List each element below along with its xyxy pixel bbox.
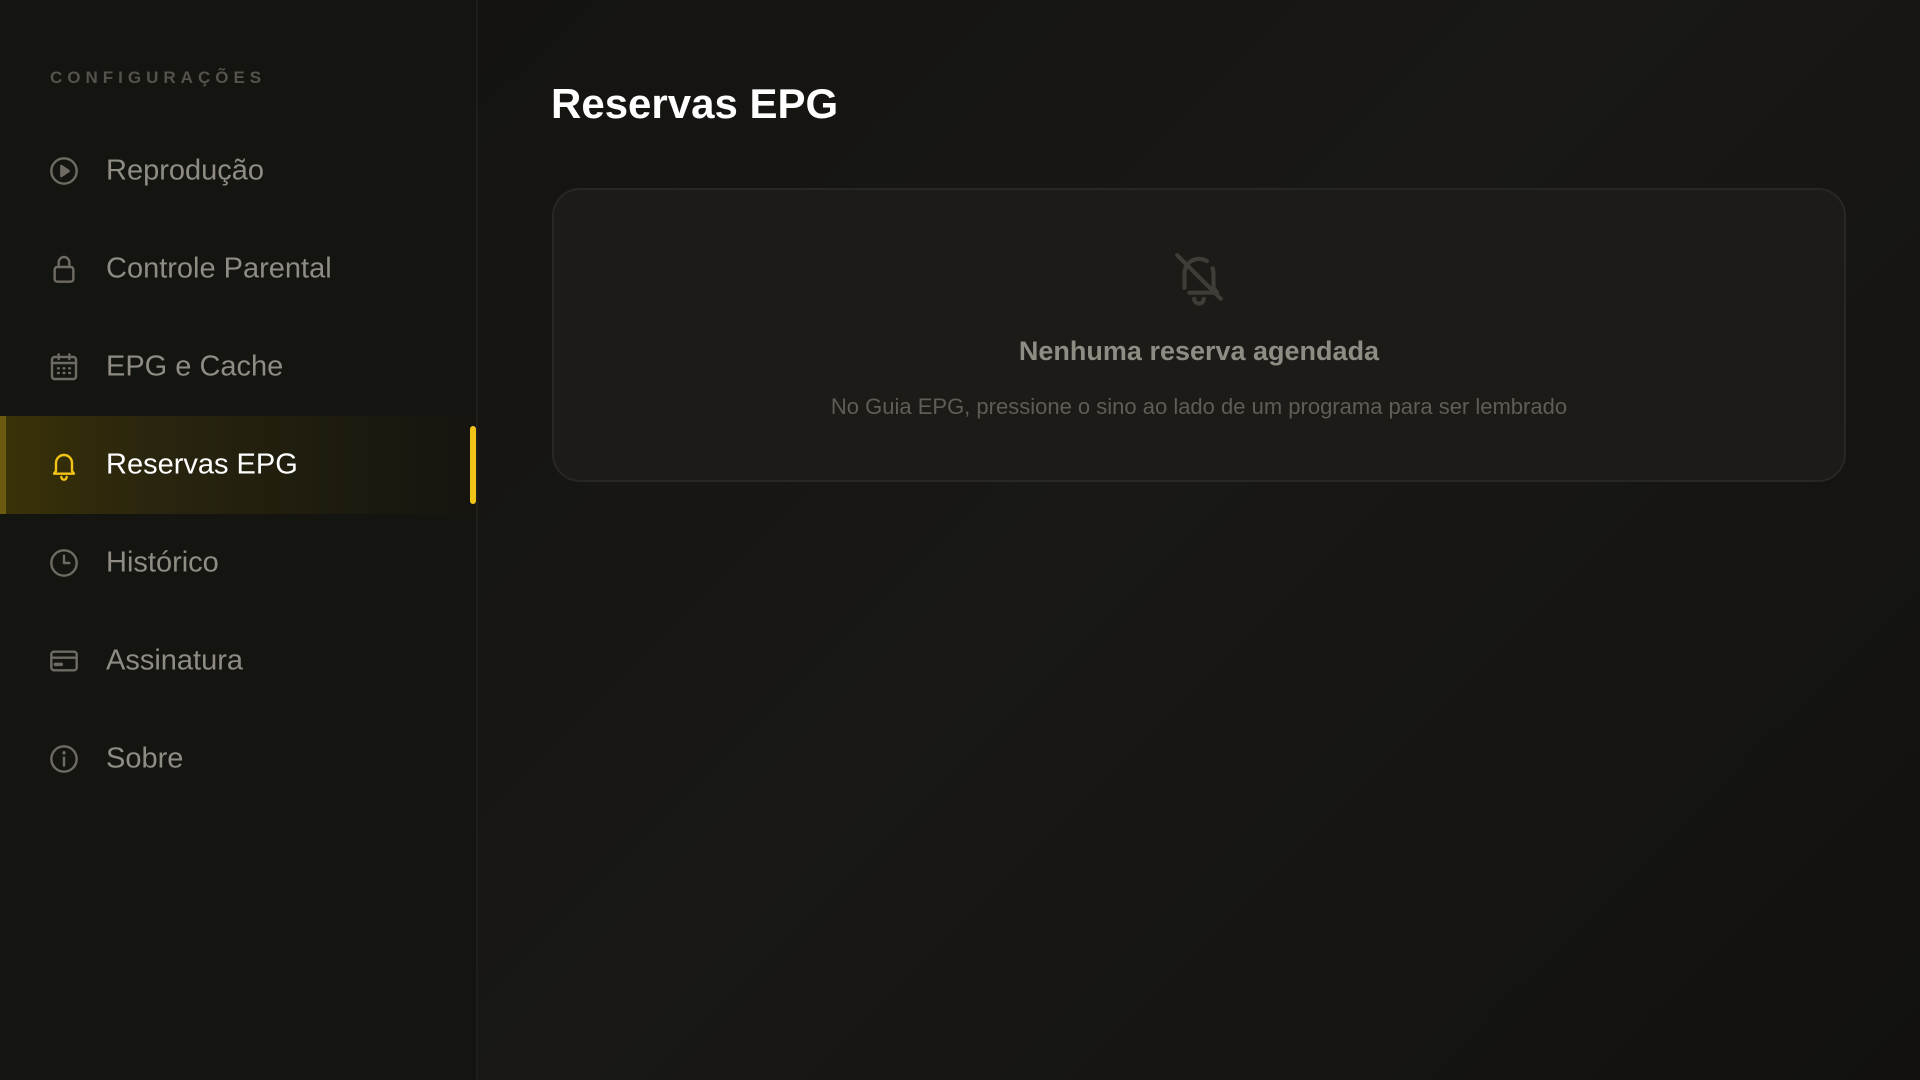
sidebar-item-epg-cache[interactable]: EPG e Cache (0, 318, 476, 416)
sidebar-item-label: Assinatura (106, 644, 244, 677)
settings-screen: CONFIGURAÇÕES Reprodução Controle Parent… (0, 0, 1920, 1080)
sidebar-item-reproducao[interactable]: Reprodução (0, 122, 476, 220)
bell-off-icon (1170, 248, 1228, 306)
clock-icon (48, 547, 80, 579)
sidebar-item-sobre[interactable]: Sobre (0, 710, 476, 808)
lock-icon (48, 253, 80, 285)
sidebar-item-label: EPG e Cache (106, 350, 284, 383)
sidebar-item-label: Reservas EPG (106, 448, 298, 481)
empty-state-description: No Guia EPG, pressione o sino ao lado de… (830, 394, 1568, 419)
calendar-icon (48, 351, 80, 383)
main-content: Reservas EPG Nenhuma reserva agendada No… (478, 0, 1920, 1080)
sidebar-nav: Reprodução Controle Parental EPG e Cache… (0, 122, 476, 808)
page-title: Reservas EPG (551, 80, 839, 127)
sidebar-item-historico[interactable]: Histórico (0, 514, 476, 612)
sidebar-item-label: Histórico (106, 546, 219, 579)
sidebar-item-label: Reprodução (106, 154, 264, 187)
sidebar-item-reservas-epg[interactable]: Reservas EPG (0, 416, 476, 514)
credit-card-icon (48, 645, 80, 677)
empty-state-card: Nenhuma reserva agendada No Guia EPG, pr… (552, 188, 1846, 482)
sidebar-item-assinatura[interactable]: Assinatura (0, 612, 476, 710)
sidebar-item-label: Sobre (106, 742, 184, 775)
sidebar-heading: CONFIGURAÇÕES (50, 68, 267, 87)
empty-state-title: Nenhuma reserva agendada (1018, 336, 1380, 366)
bell-icon (48, 449, 80, 481)
active-indicator (470, 426, 476, 504)
play-circle-icon (48, 155, 80, 187)
sidebar-item-controle-parental[interactable]: Controle Parental (0, 220, 476, 318)
settings-sidebar: CONFIGURAÇÕES Reprodução Controle Parent… (0, 0, 478, 1080)
sidebar-item-label: Controle Parental (106, 252, 332, 285)
info-icon (48, 743, 80, 775)
